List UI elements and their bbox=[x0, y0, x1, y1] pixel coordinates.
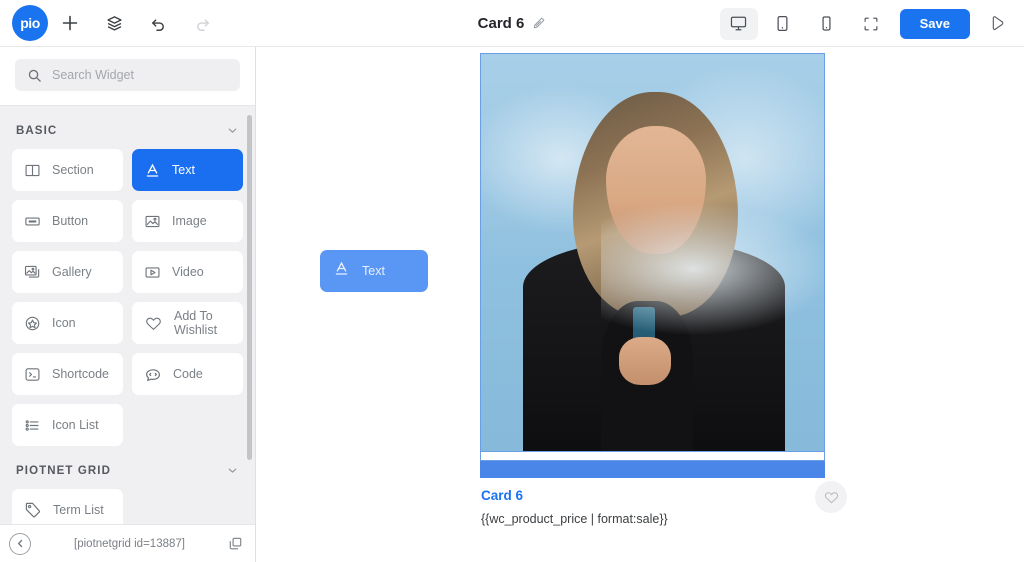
wishlist-button[interactable] bbox=[815, 481, 847, 513]
widget-tile-video[interactable]: Video bbox=[132, 251, 243, 293]
editor-canvas[interactable]: Text Card 6 {{wc_product_price | format:… bbox=[256, 47, 1024, 562]
page-title: Card 6 bbox=[477, 14, 525, 32]
product-image[interactable] bbox=[480, 53, 825, 452]
desktop-view-button[interactable] bbox=[719, 7, 758, 40]
widget-label: Image bbox=[172, 214, 207, 228]
shortcode-text: [piotnetgrid id=13887] bbox=[74, 537, 185, 550]
search-section bbox=[0, 47, 255, 106]
chevron-down-icon[interactable] bbox=[226, 124, 239, 137]
widget-label: Shortcode bbox=[52, 367, 109, 381]
widget-label: Code bbox=[173, 367, 203, 381]
widget-tile-icon-list[interactable]: Icon List bbox=[12, 404, 123, 446]
toolbar-left-group: pio bbox=[0, 3, 224, 43]
save-button[interactable]: Save bbox=[899, 8, 970, 39]
heart-icon bbox=[144, 314, 163, 333]
drag-ghost-label: Text bbox=[362, 264, 385, 278]
heart-icon bbox=[824, 491, 838, 503]
widget-label: Icon List bbox=[52, 418, 99, 432]
sidebar-footer: [piotnetgrid id=13887] bbox=[0, 524, 255, 562]
fullscreen-icon bbox=[864, 17, 878, 30]
text-icon bbox=[333, 260, 350, 282]
sidebar-scrollbar[interactable] bbox=[247, 115, 252, 460]
app-logo[interactable]: pio bbox=[12, 5, 48, 41]
widget-grid-basic: Section Text Button Image Gallery Video … bbox=[12, 149, 243, 446]
terminal-icon bbox=[24, 366, 41, 383]
fullscreen-button[interactable] bbox=[852, 8, 890, 40]
section-header-basic[interactable]: BASIC bbox=[12, 106, 243, 149]
image-icon bbox=[144, 213, 161, 230]
list-icon bbox=[24, 417, 41, 434]
copy-icon bbox=[229, 537, 242, 550]
play-icon bbox=[992, 15, 1004, 30]
button-icon bbox=[24, 213, 41, 230]
section-label-piotnet-grid: PIOTNET GRID bbox=[16, 464, 111, 477]
mobile-view-button[interactable] bbox=[808, 8, 846, 40]
star-icon bbox=[24, 315, 41, 332]
gallery-icon bbox=[24, 264, 41, 281]
widget-tile-shortcode[interactable]: Shortcode bbox=[12, 353, 123, 395]
widget-tile-text[interactable]: Text bbox=[132, 149, 243, 191]
widget-label: Button bbox=[52, 214, 89, 228]
redo-button[interactable] bbox=[180, 3, 224, 43]
tablet-icon bbox=[777, 16, 788, 31]
widget-label: Section bbox=[52, 163, 94, 177]
widget-sections: BASIC Section Text Button Image Gallery … bbox=[0, 106, 255, 531]
video-icon bbox=[144, 264, 161, 281]
plus-icon bbox=[62, 15, 78, 31]
tag-icon bbox=[24, 501, 42, 519]
widget-tile-image[interactable]: Image bbox=[132, 200, 243, 242]
search-icon bbox=[28, 69, 41, 82]
layers-button[interactable] bbox=[92, 3, 136, 43]
add-element-button[interactable] bbox=[48, 3, 92, 43]
section-label-basic: BASIC bbox=[16, 124, 58, 137]
section-icon bbox=[24, 162, 41, 179]
drop-indicator bbox=[480, 461, 825, 478]
widget-panel-sidebar: BASIC Section bbox=[0, 47, 256, 562]
widget-tile-gallery[interactable]: Gallery bbox=[12, 251, 123, 293]
chevron-left-icon bbox=[17, 539, 22, 548]
back-button[interactable] bbox=[9, 532, 31, 555]
widget-tile-add-to-wishlist[interactable]: Add To Wishlist bbox=[132, 302, 243, 344]
search-input[interactable] bbox=[52, 68, 228, 82]
search-widget-box[interactable] bbox=[15, 59, 240, 91]
widget-label: Icon bbox=[52, 316, 76, 330]
chevron-down-icon[interactable] bbox=[226, 464, 239, 477]
smoke-decoration bbox=[601, 204, 824, 334]
widget-label: Add To Wishlist bbox=[174, 309, 218, 337]
pencil-icon bbox=[534, 17, 545, 29]
code-icon bbox=[144, 365, 162, 383]
product-card[interactable]: Card 6 {{wc_product_price | format:sale}… bbox=[480, 53, 847, 526]
widget-tile-button[interactable]: Button bbox=[12, 200, 123, 242]
undo-button[interactable] bbox=[136, 3, 180, 43]
copy-button[interactable] bbox=[228, 536, 243, 551]
rename-title-button[interactable] bbox=[532, 16, 546, 30]
widget-label: Term List bbox=[53, 503, 104, 517]
product-title[interactable]: Card 6 bbox=[481, 488, 824, 503]
preview-button[interactable] bbox=[980, 7, 1014, 41]
tablet-view-button[interactable] bbox=[764, 8, 802, 40]
text-icon bbox=[144, 162, 161, 179]
product-price[interactable]: {{wc_product_price | format:sale}} bbox=[481, 512, 824, 526]
redo-icon bbox=[196, 18, 209, 31]
logo-text: pio bbox=[20, 15, 40, 31]
drag-ghost-text-widget[interactable]: Text bbox=[320, 250, 428, 292]
layers-icon bbox=[106, 15, 122, 31]
top-toolbar: pio Card 6 Save bbox=[0, 0, 1024, 47]
widget-tile-code[interactable]: Code bbox=[132, 353, 243, 395]
widget-tile-section[interactable]: Section bbox=[12, 149, 123, 191]
widget-tile-icon[interactable]: Icon bbox=[12, 302, 123, 344]
desktop-icon bbox=[730, 16, 747, 31]
widget-label: Text bbox=[172, 163, 195, 177]
photo-hand bbox=[619, 337, 671, 385]
widget-label: Video bbox=[172, 265, 204, 279]
section-header-piotnet-grid[interactable]: PIOTNET GRID bbox=[12, 446, 243, 489]
widget-label: Gallery bbox=[52, 265, 92, 279]
toolbar-right-group: Save bbox=[719, 0, 1014, 47]
product-card-body: Card 6 {{wc_product_price | format:sale}… bbox=[480, 478, 847, 526]
drop-gap bbox=[480, 452, 825, 461]
undo-icon bbox=[151, 18, 164, 31]
mobile-icon bbox=[822, 16, 831, 31]
